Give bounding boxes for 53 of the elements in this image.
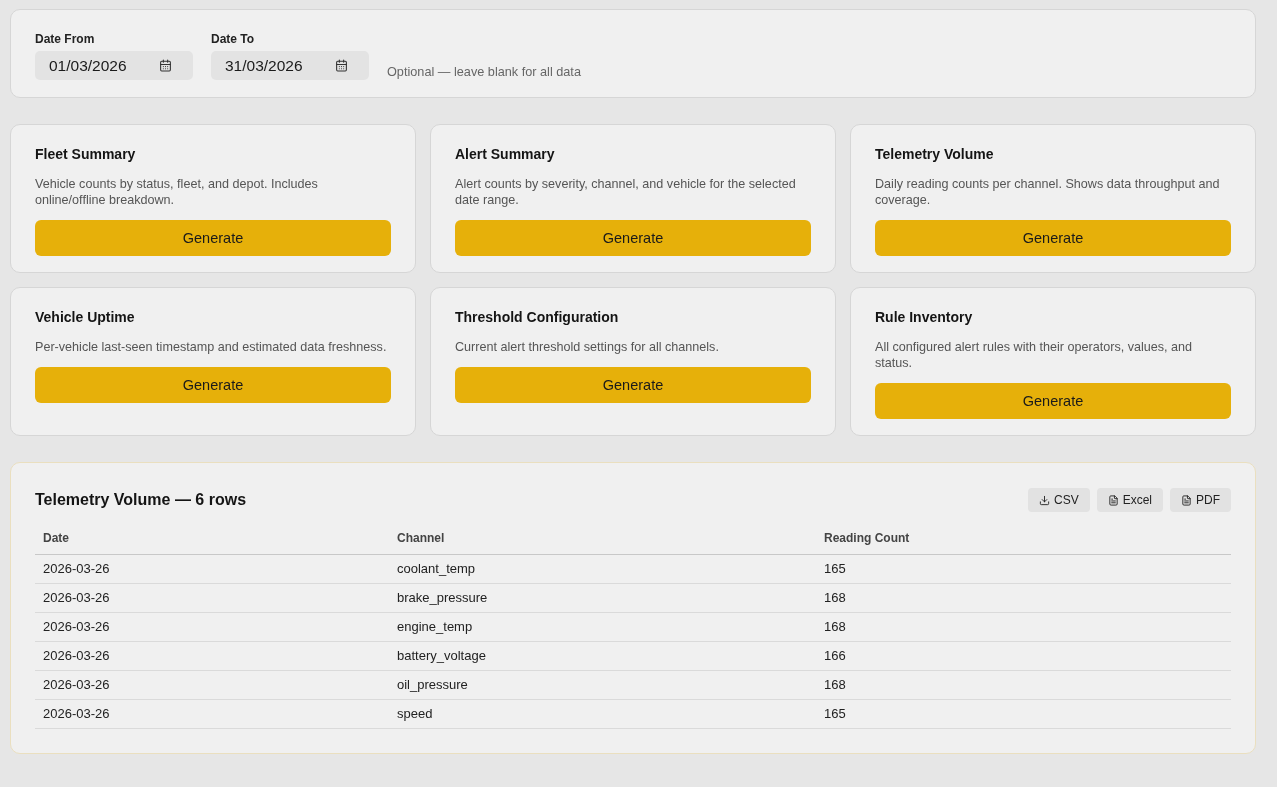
column-header: Channel	[389, 523, 816, 554]
generate-button[interactable]: Generate	[455, 220, 811, 256]
date-field[interactable]: 31/03/2026	[211, 51, 369, 80]
export-button[interactable]: CSV	[1027, 488, 1090, 512]
report-description: Current alert threshold settings for all channels.	[455, 339, 720, 355]
table-cell: battery_voltage	[389, 641, 816, 670]
table-cell: 168	[816, 670, 1231, 699]
generate-button[interactable]: Generate	[35, 220, 391, 256]
date-field[interactable]: 01/03/2026	[35, 51, 193, 80]
export-button[interactable]: PDF	[1170, 488, 1231, 512]
table-cell: 168	[816, 612, 1231, 641]
calendar-icon[interactable]	[335, 59, 348, 72]
table-cell: 2026-03-26	[35, 699, 389, 728]
report-description: All configured alert rules with their operators, values, and status.	[875, 339, 1194, 371]
download-icon	[1038, 494, 1050, 506]
report-title: Fleet Summary	[35, 145, 137, 164]
document-icon	[1107, 494, 1119, 506]
report-description: Daily reading counts per channel. Shows data throughput and coverage.	[875, 176, 1221, 208]
report-description: Per-vehicle last-seen timestamp and estimated data freshness.	[35, 339, 388, 355]
table-cell: oil_pressure	[389, 670, 816, 699]
results-title: Telemetry Volume — 6 rows	[35, 490, 247, 510]
report-title: Threshold Configuration	[455, 308, 620, 327]
table-cell: engine_temp	[389, 612, 816, 641]
date-label: Date To	[211, 32, 256, 46]
column-header: Reading Count	[816, 523, 1231, 554]
document-icon	[1181, 494, 1192, 506]
report-title: Rule Inventory	[875, 308, 974, 327]
generate-button[interactable]: Generate	[875, 220, 1231, 256]
table-cell: 166	[816, 641, 1231, 670]
table-cell: speed	[389, 699, 816, 728]
table-cell: 2026-03-26	[35, 554, 389, 583]
calendar-icon[interactable]	[159, 59, 172, 72]
export-button[interactable]: Excel	[1096, 488, 1163, 512]
table-cell: 2026-03-26	[35, 670, 389, 699]
table-cell: 2026-03-26	[35, 612, 389, 641]
table-cell: 165	[816, 699, 1231, 728]
table-cell: 165	[816, 554, 1231, 583]
table-cell: 2026-03-26	[35, 583, 389, 612]
table-cell: coolant_temp	[389, 554, 816, 583]
table-cell: 2026-03-26	[35, 641, 389, 670]
table-cell: 168	[816, 583, 1231, 612]
generate-button[interactable]: Generate	[875, 383, 1231, 419]
column-header: Date	[35, 523, 389, 554]
report-description: Alert counts by severity, channel, and vehicle for the selected date range.	[455, 176, 797, 208]
table-cell: brake_pressure	[389, 583, 816, 612]
report-title: Alert Summary	[455, 145, 556, 164]
report-title: Telemetry Volume	[875, 145, 995, 164]
generate-button[interactable]: Generate	[35, 367, 391, 403]
report-description: Vehicle counts by status, fleet, and depot. Includes online/offline breakdown.	[35, 176, 319, 208]
hint-text: Optional — leave blank for all data	[387, 64, 581, 80]
generate-button[interactable]: Generate	[455, 367, 811, 403]
date-label: Date From	[35, 32, 96, 46]
report-title: Vehicle Uptime	[35, 308, 136, 327]
